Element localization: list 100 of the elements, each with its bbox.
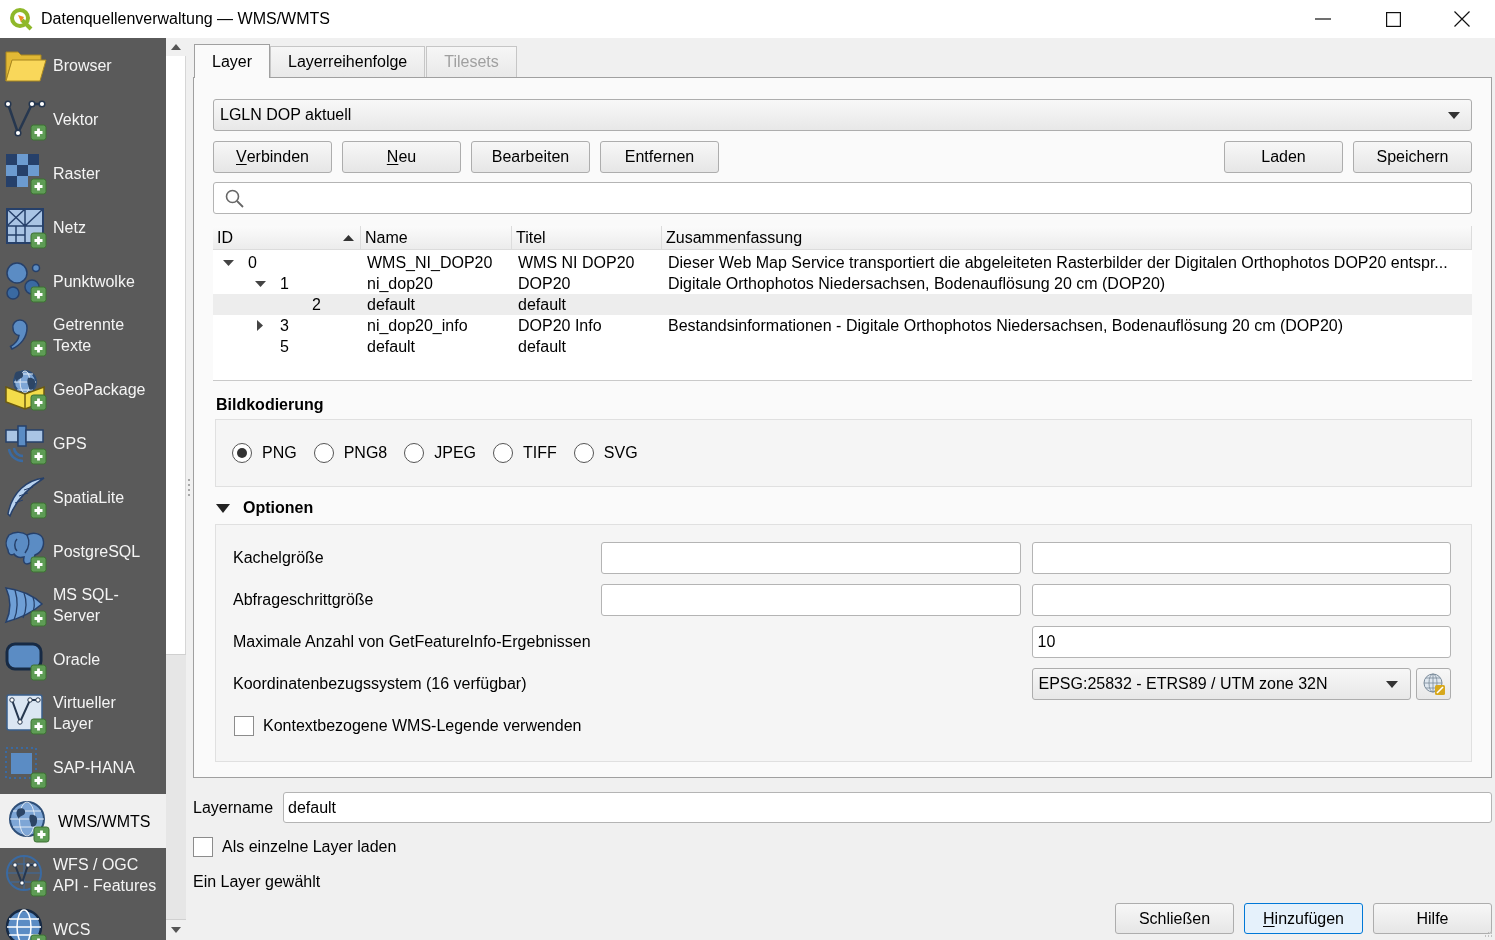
table-cell: DOP20 [518,274,571,292]
globe-box-plus-icon [3,367,47,411]
polyline-square-plus-icon [3,691,47,735]
globe-pencil-icon [1421,672,1446,696]
radio-label: PNG8 [343,443,388,463]
tab[interactable]: Layerreihenfolge [270,46,426,77]
sidebar-item[interactable]: Oracle [0,632,166,686]
close-button[interactable]: Schließen [1115,903,1234,934]
column-header[interactable]: Zusammenfassung [662,226,1472,249]
table-cell-text: 1 [280,274,289,294]
caret-right-icon[interactable] [257,320,263,331]
add-button[interactable]: Hinzufügen [1244,903,1363,934]
table-cell: Bestandsinformationen - Digitale Orthophotos Niedersachsen, Bodenauflösung 20 cm (DOP20) [668,316,1344,334]
sidebar-item[interactable]: Punktwolke [0,254,166,308]
search-icon [225,188,244,208]
sidebar-item[interactable]: SpatiaLite [0,470,166,524]
radio-button[interactable] [232,443,252,463]
sidebar-item[interactable]: MS SQL- Server [0,578,166,632]
checkbox-label: Als einzelne Layer laden [222,837,397,857]
input-field[interactable] [601,542,1021,574]
sidebar-item[interactable]: Netz [0,200,166,254]
sidebar-item[interactable]: GPS [0,416,166,470]
table-cell: ni_dop20_info [367,316,468,334]
window-title: Datenquellenverwaltung — WMS/WMTS [41,9,330,29]
sidebar-item[interactable]: Browser [0,38,166,92]
tree-row[interactable]: 0 WMS_NI_DOP20 WMS NI DOP20 Dieser Web Map Service transportiert die abgeleiteten Rasterbilder der Digitalen Orthophotos DOP20 entspr... [213,252,1472,273]
checkbox[interactable] [193,837,213,857]
sidebar-item[interactable]: Getrennte Texte [0,308,166,362]
table-cell: WMS_NI_DOP20 [367,253,493,271]
radio-button[interactable] [404,443,425,463]
crs-dropdown[interactable]: EPSG:25832 - ETRS89 / UTM zone 32N [1031,668,1411,700]
new-button[interactable]: Neu [342,141,461,173]
sidebar-item[interactable]: PostgreSQL [0,524,166,578]
tree-row[interactable]: 5 default default [213,336,1472,357]
close-icon [1453,11,1470,27]
tab[interactable]: Layer [194,44,271,78]
table-cell: default [367,337,416,355]
caret-down-icon[interactable] [222,259,234,266]
scrollbar-thumb[interactable] [166,56,186,654]
table-cell: WMS NI DOP20 [518,253,635,271]
input-field[interactable]: default [283,792,1492,823]
square-plus-icon [3,745,47,789]
globe-plus-icon [3,907,47,940]
table-cell: default [518,295,567,313]
connection-dropdown[interactable]: LGLN DOP aktuell [213,99,1472,131]
input-field[interactable]: 10 [1031,626,1451,658]
save-button[interactable]: Speichern [1353,141,1472,173]
table-cell-text: 2 [312,295,321,315]
checkbox-label: Kontextbezogene WMS-Legende verwenden [263,716,582,736]
input-field[interactable] [601,584,1021,616]
caret-down-icon [1386,680,1398,688]
edit-button[interactable]: Bearbeiten [471,141,590,173]
sidebar-item[interactable]: Vektor [0,92,166,146]
table-cell: Digitale Orthophotos Niedersachsen, Bodenauflösung 20 cm (DOP20) [668,274,1166,292]
help-button[interactable]: Hilfe [1373,903,1492,934]
crs-select-button[interactable] [1416,668,1451,700]
field-label: Maximale Anzahl von GetFeatureInfo-Ergebnissen [233,632,591,652]
column-header[interactable]: Name [361,226,512,249]
globe-plus-icon [6,799,50,843]
radio-label: TIFF [523,443,557,463]
caret-down-icon[interactable] [216,503,230,513]
tree-row[interactable]: 3 ni_dop20_info DOP20 Info Bestandsinformationen - Digitale Orthophotos Niedersachsen, Bodenauflösung 20 cm (DOP20) [213,315,1472,336]
table-cell: default [518,337,567,355]
field-label: Layername [193,797,275,818]
search-field[interactable] [213,182,1472,214]
table-cell-text: 5 [280,337,289,357]
tree-row[interactable]: 1 ni_dop20 DOP20 Digitale Orthophotos Niedersachsen, Bodenauflösung 20 cm (DOP20) [213,273,1472,294]
sidebar-item[interactable]: GeoPackage [0,362,166,416]
remove-button[interactable]: Entfernen [600,141,719,173]
sidebar-item[interactable]: Virtueller Layer [0,686,166,740]
input-field[interactable] [1031,542,1451,574]
radio-button[interactable] [573,443,594,463]
sidebar-item[interactable]: Raster [0,146,166,200]
status-text: Ein Layer gewählt [193,872,321,892]
circles-plus-icon [3,259,47,303]
sidebar-item[interactable]: SAP-HANA [0,740,166,794]
radio-label: SVG [603,443,638,463]
table-cell: DOP20 Info [518,316,602,334]
tree-row[interactable]: 2 default default [213,294,1472,315]
globe-polyline-plus-icon [3,853,47,897]
table-cell-text: 3 [280,316,289,336]
checkerboard-plus-icon [3,151,47,195]
checkbox[interactable] [234,716,254,736]
column-header[interactable]: ID [213,226,361,249]
sidebar-item[interactable]: WFS / OGC API - Features [0,848,166,902]
radio-button[interactable] [493,443,514,463]
table-cell: ni_dop20 [367,274,433,292]
scroll-down-icon [171,927,181,933]
sidebar-item[interactable]: WMS/WMTS [0,794,166,848]
caret-down-icon [1448,111,1460,119]
table-cell: default [367,295,416,313]
sidebar-item[interactable]: WCS [0,902,166,940]
table-cell-text: 0 [248,253,257,273]
caret-down-icon[interactable] [254,280,266,287]
connect-button[interactable]: Verbinden [213,141,332,173]
radio-button[interactable] [313,443,334,463]
column-header[interactable]: Titel [512,226,662,249]
table-cell: Dieser Web Map Service transportiert die abgeleiteten Rasterbilder der Digitalen Orthophotos DOP20 entspr... [668,253,1448,271]
input-field[interactable] [1031,584,1451,616]
load-button[interactable]: Laden [1224,141,1343,173]
